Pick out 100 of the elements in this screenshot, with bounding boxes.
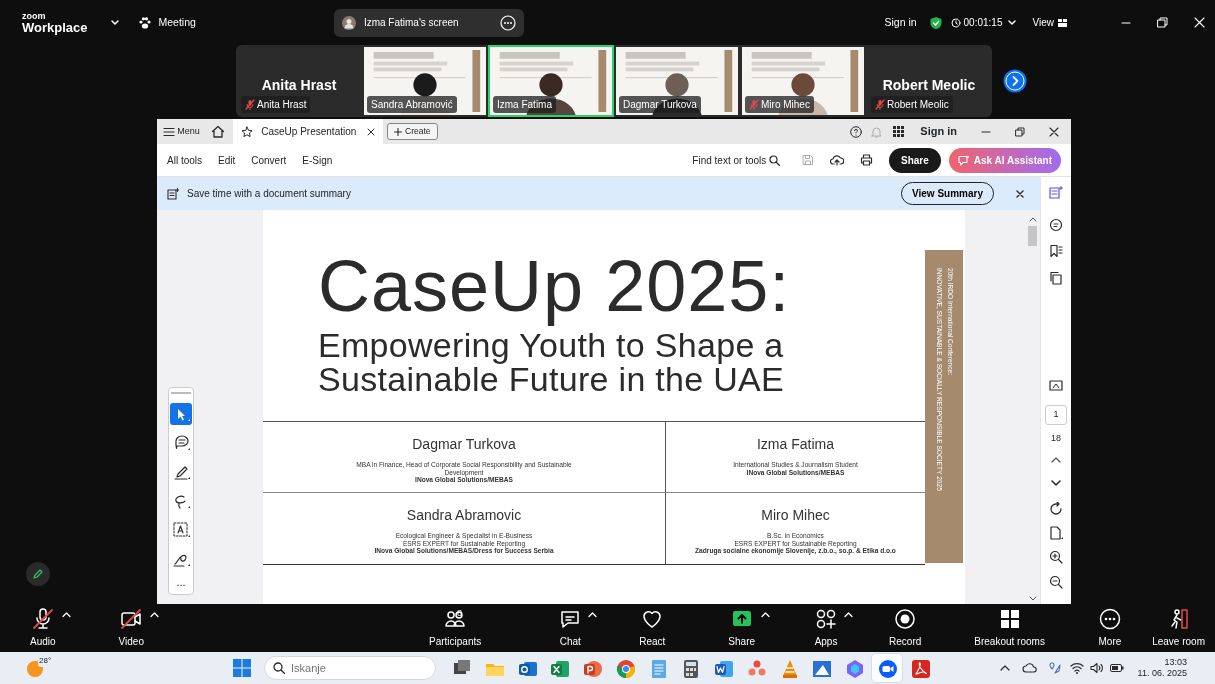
name-label: Sandra Abramović [367,96,457,113]
meeting-menu[interactable]: Meeting [158,14,196,31]
toolbar-button[interactable]: Record [889,607,922,649]
search-icon [769,154,780,166]
logo-brand: zoom [22,11,47,21]
toolbar-button[interactable]: Chat [558,607,583,649]
video-tile[interactable]: Miro Mihec [740,45,866,117]
toolbar-tab[interactable]: Edit [218,152,236,168]
share-indicator[interactable]: Izma Fatima's screen [333,8,524,37]
wifi-icon[interactable] [1069,662,1084,674]
search-field[interactable]: Iskanje [291,659,421,677]
next-page-icon[interactable] [1003,69,1027,93]
chevron-icon[interactable] [1006,17,1017,28]
bookmark-icon[interactable] [1049,244,1063,258]
clock-date[interactable]: 11. 06. 2025 [1137,668,1187,680]
speaker-name: Sandra Abramovic [405,506,523,525]
sign-in-link[interactable]: Sign in [884,14,917,31]
home-icon[interactable] [211,125,226,138]
participant-tile[interactable]: Anita Hrast Anita Hrast [236,45,362,117]
apps-icon [814,607,839,631]
toolbar-button[interactable]: Audio [30,607,56,649]
clock-icon [950,17,961,28]
create-button[interactable]: Create [387,123,438,140]
start-icon[interactable] [232,658,252,678]
more-icon[interactable] [499,14,516,31]
battery-icon[interactable] [1109,663,1124,673]
participant-name: Anita Hrast [260,76,338,95]
close-icon[interactable] [1016,189,1024,198]
meeting-timer: 00:01:15 [963,16,1003,30]
search-icon [273,662,285,674]
grid-icon[interactable] [1058,18,1067,27]
share-button[interactable]: Share [889,147,941,173]
cloud-icon[interactable] [1021,662,1038,674]
video-tile[interactable]: Sandra Abramović [362,45,488,117]
scroll-down-icon[interactable] [1028,596,1037,602]
page-total: 18 [1051,432,1061,445]
toolbar-button[interactable]: Video [118,607,144,649]
name-label: Izma Fatima [493,96,556,113]
name-label: Dagmar Turkova [619,96,701,113]
close-icon[interactable] [1049,126,1059,137]
plus-icon [394,127,403,136]
microphone-icon [30,607,55,631]
restore-icon[interactable] [1157,17,1168,28]
avatar-icon [341,15,356,30]
muted-mic-icon [875,99,885,110]
participant-tile[interactable]: Robert Meolic Robert Meolic [866,45,992,117]
shield-icon[interactable] [928,15,943,30]
leave-button[interactable]: Leave room [1152,607,1205,649]
toolbar-button[interactable]: Breakout rooms [974,607,1045,649]
comment-icon[interactable] [1049,218,1063,232]
toolbar-button[interactable]: More [1097,607,1122,649]
speaker-icon[interactable] [1089,662,1104,674]
search-box[interactable]: Iskanje [264,656,436,680]
zoom-out-icon[interactable] [1049,574,1063,589]
document-tab[interactable]: CaseUp Presentation [233,119,384,144]
file-icon[interactable] [1049,525,1063,540]
page-number-field[interactable]: 1 [1045,405,1067,425]
sign-in-link[interactable]: Sign in [920,123,957,140]
present-icon[interactable] [1049,379,1063,393]
toolbar-button[interactable]: Share [728,607,756,649]
toolbar-tab[interactable]: All tools [167,152,202,168]
clock-time[interactable]: 13:03 [1164,656,1187,668]
find-tools-field[interactable]: Find text or tools [692,152,780,168]
restore-icon[interactable] [1015,126,1025,137]
paw-icon[interactable] [137,15,152,30]
camera-icon [119,607,144,631]
name-label: Anita Hrast [241,96,311,113]
video-tile[interactable]: Izma Fatima [488,45,614,117]
taskbar-app[interactable] [871,654,902,682]
upload-icon[interactable] [830,154,844,166]
more-tools-button[interactable]: ... [176,577,186,588]
muted-mic-icon [245,99,255,110]
toolbar-button[interactable]: Apps [814,607,839,649]
logo-product: Workplace [22,20,88,34]
menu-icon [162,126,175,137]
speaker-name: Izma Fatima [756,435,835,454]
view-button[interactable]: View [1032,15,1054,30]
scrollbar-thumb[interactable] [1028,226,1037,246]
apps-grid-icon[interactable] [893,126,905,137]
more-icon [1097,607,1122,631]
summary-icon[interactable] [1049,186,1063,200]
star-icon [241,125,254,138]
toolbar-tab[interactable]: Convert [251,152,287,168]
toolbar-tab[interactable]: E-Sign [302,152,333,168]
record-icon [893,607,918,631]
pages-icon[interactable] [1049,271,1063,285]
menu-button[interactable]: Menu [157,124,206,139]
video-tile[interactable]: Dagmar Turkova [614,45,740,117]
zoom-in-icon[interactable] [1049,549,1063,564]
close-icon[interactable] [367,127,376,136]
caret-icon[interactable] [999,664,1010,672]
annotate-button[interactable] [26,562,50,586]
print-icon[interactable] [860,154,873,166]
chevron-icon[interactable] [109,17,120,28]
rotate-icon[interactable] [1049,501,1063,516]
scroll-up-icon[interactable] [1028,216,1037,222]
summary-icon [167,187,179,200]
toolbar-button[interactable]: React [639,607,666,649]
help-icon[interactable] [850,125,863,138]
slide-subtitle: Empowering Youth to Shape a [318,328,785,362]
